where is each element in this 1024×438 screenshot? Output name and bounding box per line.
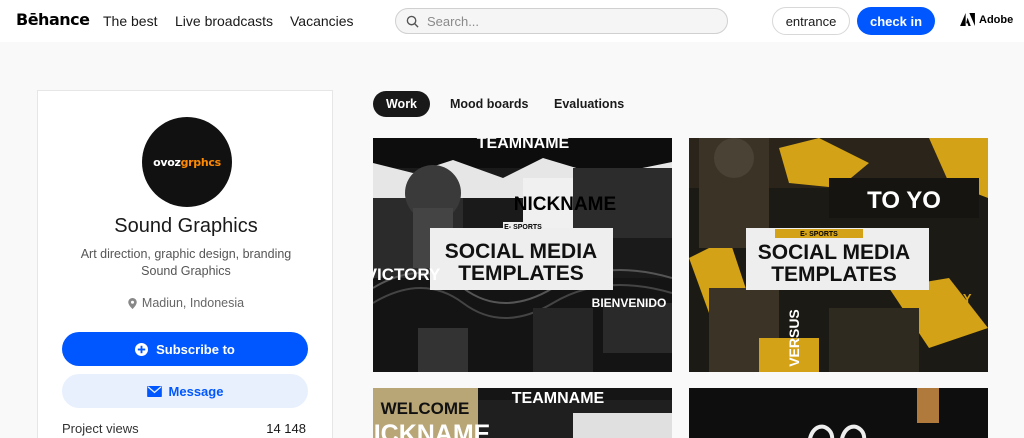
plus-circle-icon (135, 342, 149, 356)
project-1-nickname: NICKNAME (514, 194, 616, 215)
nav-vacancies[interactable]: Vacancies (290, 13, 354, 29)
project-thumbnail[interactable]: WELCOME NICKNAME TEAMNAME (373, 388, 672, 438)
project-thumbnail[interactable] (689, 388, 988, 438)
message-label: Message (168, 383, 224, 399)
envelope-icon (146, 385, 162, 397)
avatar-text-accent: grphcs (180, 155, 222, 169)
project-1-title-line-2: TEMPLATES (458, 262, 584, 285)
project-3-welcome: WELCOME (381, 399, 470, 418)
project-3-nickname: NICKNAME (373, 420, 490, 438)
project-1-title-line-1: SOCIAL MEDIA (445, 240, 597, 263)
project-2-title-line-1: SOCIAL MEDIA (758, 241, 910, 264)
search-input[interactable] (427, 13, 707, 29)
project-thumbnail[interactable]: TEAMNAME NICKNAME E- SPORTS SOCIAL MEDIA… (373, 138, 672, 372)
nav-the-best[interactable]: The best (103, 13, 157, 29)
project-views-value: 14 148 (266, 421, 306, 436)
profile-name[interactable]: Sound Graphics (38, 215, 334, 238)
search-icon (406, 15, 419, 28)
project-2-victory: VICTORY (914, 291, 971, 306)
location-text: Madiun, Indonesia (141, 296, 245, 310)
entrance-button[interactable]: entrance (772, 7, 850, 35)
occupation-line-2: Sound Graphics (141, 264, 231, 278)
project-1-extra: BIENVENIDO (592, 296, 667, 310)
avatar-text-white: ovoz (153, 155, 181, 169)
profile-occupation: Art direction, graphic design, branding … (38, 246, 334, 280)
top-navigation-bar: Bēhance The best Live broadcasts Vacanci… (0, 0, 1024, 42)
nav-live-broadcasts[interactable]: Live broadcasts (175, 13, 273, 29)
tab-mood-boards[interactable]: Mood boards (450, 91, 528, 117)
project-views-label: Project views (62, 421, 139, 436)
adobe-label: Adobe (979, 13, 1014, 26)
subscribe-label: Subscribe to (156, 341, 235, 357)
project-1-tag: E- SPORTS (504, 224, 542, 231)
profile-card: ovozgrphcs Sound Graphics Art direction,… (37, 90, 333, 438)
behance-logo[interactable]: Bēhance (16, 10, 90, 29)
project-3-teamname: TEAMNAME (512, 390, 605, 407)
project-1-victory: VICTORY (373, 265, 441, 284)
project-2-extra: VERSUS (786, 309, 802, 367)
tab-evaluations[interactable]: Evaluations (554, 91, 624, 117)
project-2-tag: E- SPORTS (800, 231, 838, 238)
occupation-line-1: Art direction, graphic design, branding (80, 247, 292, 261)
project-2-top-text: TO YO (867, 187, 941, 214)
search-bar[interactable] (395, 8, 728, 34)
location-pin-icon (128, 297, 137, 309)
avatar[interactable]: ovozgrphcs (142, 117, 232, 207)
avatar-logo-text: ovozgrphcs (153, 156, 221, 169)
tab-work[interactable]: Work (373, 91, 430, 117)
project-thumbnail[interactable]: TO YO E- SPORTS SOCIAL MEDIA TEMPLATES V… (689, 138, 988, 372)
profile-location: Madiun, Indonesia (38, 296, 334, 310)
subscribe-button[interactable]: Subscribe to (62, 332, 308, 366)
adobe-icon (960, 13, 975, 26)
project-1-top-text: TEAMNAME (477, 138, 570, 152)
check-in-button[interactable]: check in (857, 7, 935, 35)
message-button[interactable]: Message (62, 374, 308, 408)
adobe-link[interactable]: Adobe (960, 13, 1013, 26)
project-2-title-line-2: TEMPLATES (771, 263, 897, 286)
